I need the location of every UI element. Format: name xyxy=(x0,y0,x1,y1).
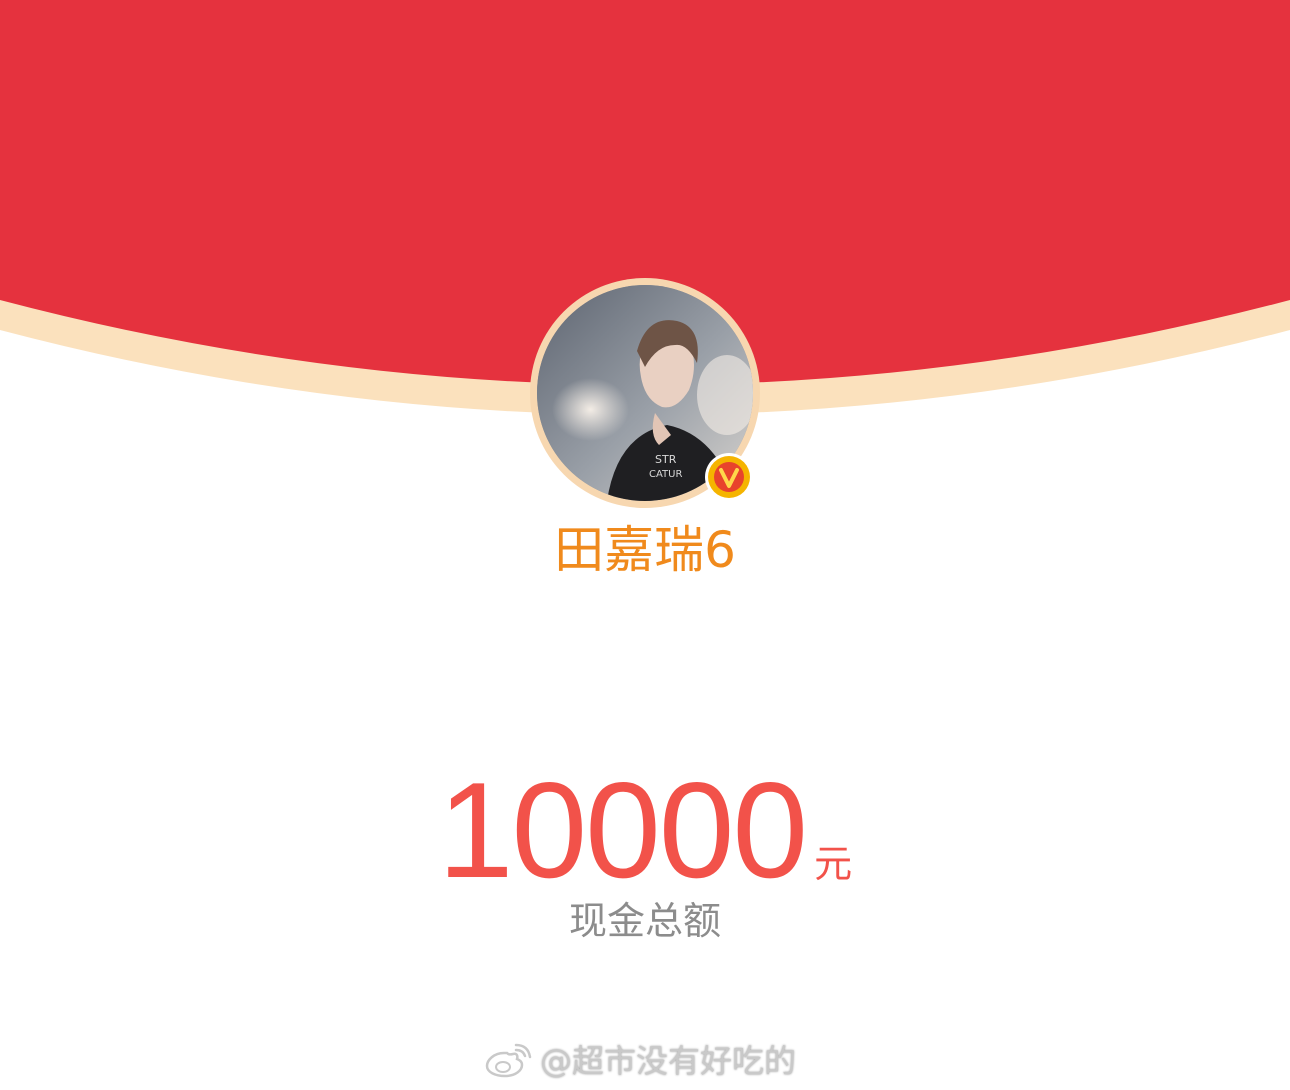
verified-v-badge-icon xyxy=(708,456,750,498)
svg-text:STR: STR xyxy=(655,453,677,466)
amount-label: 现金总额 xyxy=(568,899,721,943)
sender-name[interactable]: 田嘉瑞6 xyxy=(0,518,1290,582)
svg-text:CATUR: CATUR xyxy=(649,469,682,480)
watermark: @超市没有好吃的 xyxy=(484,1036,796,1082)
watermark-text: @超市没有好吃的 xyxy=(540,1042,797,1080)
red-packet-detail-page: STR CATUR 田嘉瑞6 10000 元 现金总额 @超市没有好吃的 xyxy=(0,0,1290,1090)
amount-row: 10000 元 xyxy=(0,755,1290,905)
amount-value: 10000 xyxy=(437,754,808,906)
weibo-logo-icon xyxy=(485,1043,532,1078)
amount-unit: 元 xyxy=(814,842,853,886)
verified-badge xyxy=(705,453,753,501)
